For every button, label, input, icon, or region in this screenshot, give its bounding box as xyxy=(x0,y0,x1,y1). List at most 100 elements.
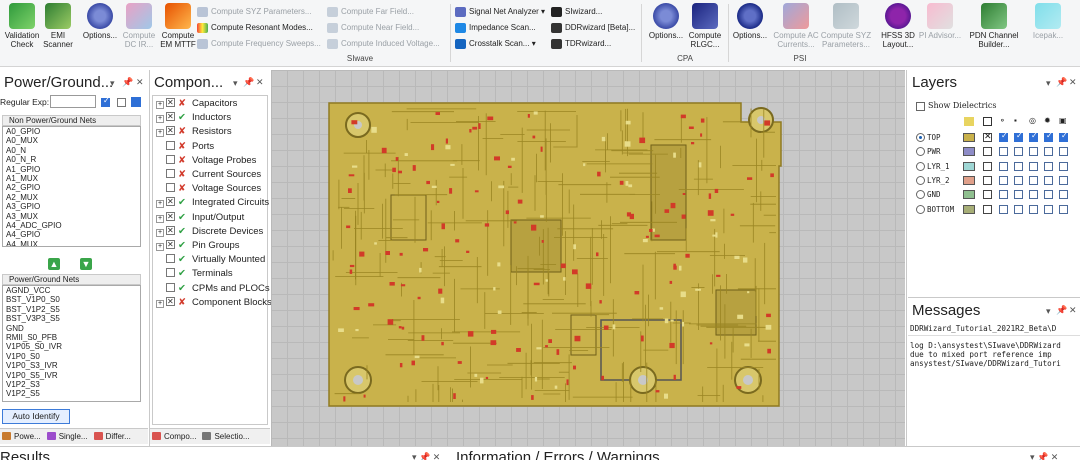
expand-icon[interactable]: + xyxy=(156,101,164,109)
compute-syz-psi-button[interactable]: Compute SYZ Parameters... xyxy=(820,2,872,49)
net-list-item[interactable]: A3_GPIO xyxy=(3,202,140,211)
options-psi-button[interactable]: Options... xyxy=(728,2,772,40)
compute-frequency-sweeps-button[interactable]: Compute Frequency Sweeps... xyxy=(197,36,321,51)
layer-visibility-checkbox[interactable] xyxy=(983,161,992,171)
layer-option-checkbox[interactable] xyxy=(999,190,1008,200)
non-power-nets-list[interactable]: A0_GPIO A0_MUX A0_N A0_N_R A1_GPIO A1_MUX A2_G… xyxy=(2,126,141,247)
layer-option-checkbox[interactable] xyxy=(1014,190,1023,200)
net-list-item[interactable]: A0_N xyxy=(3,146,140,155)
net-list-item[interactable]: A0_GPIO xyxy=(3,127,140,136)
layout-canvas[interactable] xyxy=(271,70,905,446)
tree-item[interactable]: ✘ Voltage Sources xyxy=(156,182,261,196)
layer-color-swatch[interactable] xyxy=(963,175,975,185)
layer-option-checkbox[interactable] xyxy=(1014,175,1023,185)
icepak-button[interactable]: Icepak... xyxy=(1026,2,1070,40)
layer-color-swatch[interactable] xyxy=(963,147,975,157)
layer-option-checkbox[interactable] xyxy=(999,204,1008,214)
net-list-item[interactable]: RMII_S0_PFB xyxy=(3,333,140,342)
layer-option-checkbox[interactable] xyxy=(1014,147,1023,157)
regular-exp-input[interactable] xyxy=(50,95,96,108)
layer-option-checkbox[interactable] xyxy=(1059,161,1068,171)
layer-option-checkbox[interactable] xyxy=(999,161,1008,171)
net-list-item[interactable]: V1P05_S0_IVR xyxy=(3,342,140,351)
tree-item[interactable]: ✘ Ports xyxy=(156,140,214,154)
layer-active-radio[interactable] xyxy=(916,161,925,171)
tree-checkbox[interactable] xyxy=(166,254,175,264)
compute-ac-currents-button[interactable]: Compute AC Currents... xyxy=(772,2,820,49)
net-list-item[interactable]: V1P2_S5 xyxy=(3,389,140,398)
tree-checkbox[interactable] xyxy=(166,210,175,224)
tree-item[interactable]: ✔ Terminals xyxy=(156,267,233,281)
layer-option-checkbox[interactable] xyxy=(1044,161,1053,171)
panel-dropdown-icon[interactable]: ▾ xyxy=(1046,306,1051,317)
layer-active-radio[interactable] xyxy=(916,133,925,142)
net-list-item[interactable]: GND xyxy=(3,324,140,333)
pin-icon[interactable]: 📌 xyxy=(122,77,133,88)
close-icon[interactable]: ✕ xyxy=(136,77,144,88)
tree-checkbox[interactable] xyxy=(166,268,175,278)
tab-selection[interactable]: Selectio... xyxy=(200,429,253,445)
tree-item[interactable]: + ✔ Input/Output xyxy=(156,210,244,225)
layer-visibility-checkbox[interactable] xyxy=(983,190,992,200)
impedance-scan-button[interactable]: Impedance Scan... xyxy=(455,20,536,35)
options-cpa-button[interactable]: Options... xyxy=(644,2,688,40)
close-icon[interactable]: ✕ xyxy=(1069,77,1077,88)
panel-dropdown-icon[interactable]: ▾ xyxy=(110,78,115,89)
layer-color-swatch[interactable] xyxy=(963,161,975,171)
expand-icon[interactable]: + xyxy=(156,129,164,138)
layer-active-radio[interactable] xyxy=(916,204,925,214)
info-dropdown-icon[interactable]: ▾ 📌 ✕ xyxy=(1030,452,1058,460)
expand-icon[interactable]: + xyxy=(156,299,164,308)
layer-option-checkbox[interactable] xyxy=(1029,190,1038,200)
layer-option-checkbox[interactable] xyxy=(1029,204,1038,214)
move-up-arrow-icon[interactable]: ▲ xyxy=(48,258,60,270)
tab-components[interactable]: Compo... xyxy=(150,429,200,445)
compute-induced-voltage-button[interactable]: Compute Induced Voltage... xyxy=(327,36,440,51)
emi-scanner-button[interactable]: EMI Scanner xyxy=(36,2,80,49)
move-down-arrow-icon[interactable]: ▼ xyxy=(80,258,92,270)
net-list-item[interactable]: V1P2_S3 xyxy=(3,380,140,389)
layer-visibility-checkbox[interactable] xyxy=(983,147,992,157)
panel-dropdown-icon[interactable]: ▾ xyxy=(233,78,238,89)
tree-checkbox[interactable] xyxy=(166,295,175,309)
auto-identify-button[interactable]: Auto Identify xyxy=(2,409,70,424)
tree-item[interactable]: + ✔ Integrated Circuits xyxy=(156,195,269,210)
tab-single-ended[interactable]: Single... xyxy=(45,429,92,445)
net-list-item[interactable]: A0_N_R xyxy=(3,155,140,164)
tree-checkbox[interactable] xyxy=(166,282,175,292)
compute-em-mttf-button[interactable]: Compute EM MTTF xyxy=(156,2,200,49)
tree-item[interactable]: + ✘ Component Blocks xyxy=(156,295,272,310)
show-dielectrics-checkbox[interactable] xyxy=(916,102,925,111)
layer-option-checkbox[interactable] xyxy=(1014,204,1023,214)
expand-icon[interactable]: + xyxy=(156,200,164,209)
expand-icon[interactable]: + xyxy=(156,243,164,251)
net-list-item[interactable]: A4_MUX xyxy=(3,240,140,246)
layer-option-checkbox[interactable] xyxy=(1044,190,1053,200)
layer-option-checkbox[interactable] xyxy=(1059,204,1068,214)
pdn-channel-builder-button[interactable]: PDN Channel Builder... xyxy=(968,2,1020,49)
panel-dropdown-icon[interactable]: ▾ xyxy=(1046,78,1051,89)
layer-option-checkbox[interactable] xyxy=(1059,147,1068,157)
tree-checkbox[interactable] xyxy=(166,96,175,110)
ddrwizard-button[interactable]: DDRwizard [Beta]... xyxy=(551,20,635,35)
net-list-item[interactable]: A3_MUX xyxy=(3,212,140,221)
layer-visibility-checkbox[interactable] xyxy=(983,175,992,185)
tree-checkbox[interactable] xyxy=(166,169,175,178)
net-list-item[interactable]: BST_V1P0_S0 xyxy=(3,295,140,304)
tdrwizard-button[interactable]: TDRwizard... xyxy=(551,36,611,51)
net-list-item[interactable]: A4_ADC_GPIO xyxy=(3,221,140,230)
tree-checkbox[interactable] xyxy=(166,238,175,252)
layer-option-checkbox[interactable] xyxy=(999,147,1008,157)
tree-item[interactable]: + ✔ Inductors xyxy=(156,110,231,125)
close-icon[interactable]: ✕ xyxy=(256,77,264,88)
tree-item[interactable]: ✘ Voltage Probes xyxy=(156,154,256,168)
tab-power-ground[interactable]: Powe... xyxy=(0,429,45,445)
signal-net-analyzer-button[interactable]: Signal Net Analyzer ▾ xyxy=(455,4,545,19)
tree-checkbox[interactable] xyxy=(166,124,175,138)
layer-visibility-checkbox[interactable] xyxy=(983,204,992,214)
net-list-item[interactable]: A1_MUX xyxy=(3,174,140,183)
layer-visibility-checkbox[interactable]: ✕ xyxy=(983,131,992,142)
tree-checkbox[interactable] xyxy=(166,140,175,150)
tree-item[interactable]: ✘ Current Sources xyxy=(156,168,261,182)
tree-checkbox[interactable] xyxy=(166,154,175,164)
